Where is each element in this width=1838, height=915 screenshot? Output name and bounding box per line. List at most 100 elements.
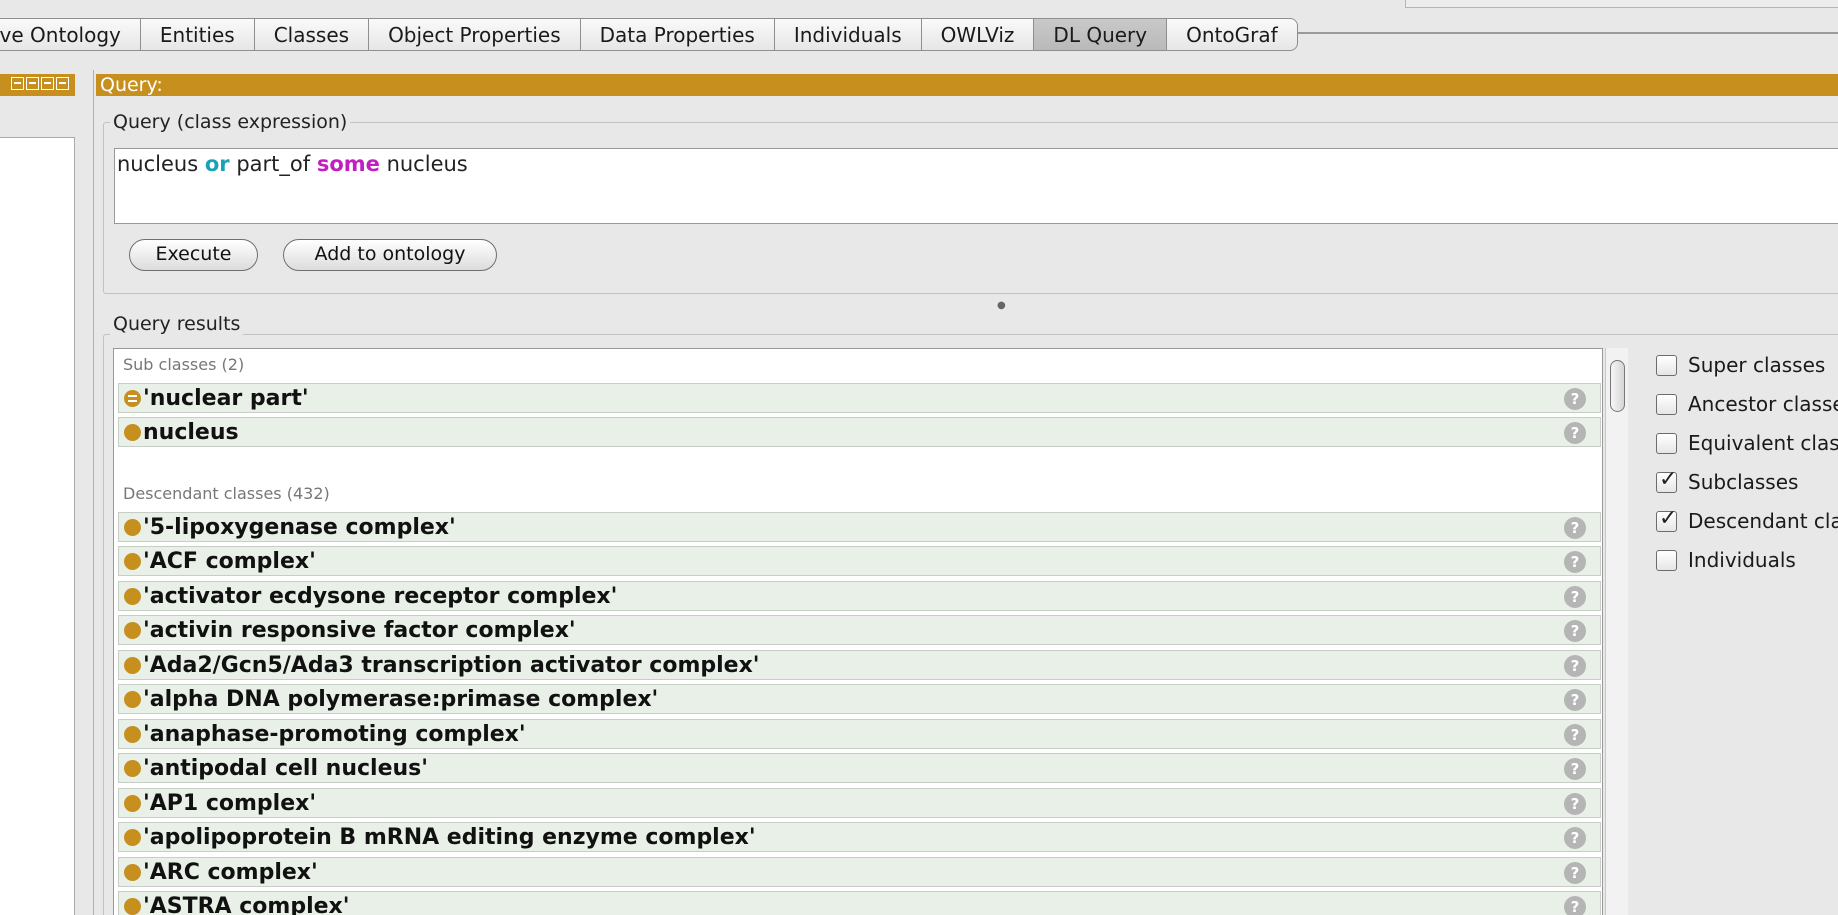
class-name: '5-lipoxygenase complex' [143,515,456,540]
class-icon [124,760,141,777]
option-subclasses[interactable]: ✓ Subclasses [1656,467,1799,495]
checkmark-icon: ✓ [1659,466,1678,492]
checkbox-label: Descendant cla [1688,509,1838,533]
tab-active-ontology[interactable]: ive Ontology [0,18,141,51]
help-icon[interactable]: ? [1564,655,1586,677]
execute-button[interactable]: Execute [129,239,258,271]
class-icon [124,829,141,846]
help-icon[interactable]: ? [1564,620,1586,642]
list-item[interactable]: 'Ada2/Gcn5/Ada3 transcription activator … [118,650,1601,680]
list-item[interactable]: 'nuclear part' ? [118,383,1601,413]
checkbox-label: Individuals [1688,548,1796,572]
list-item[interactable]: 'anaphase-promoting complex' ? [118,719,1601,749]
add-to-ontology-button[interactable]: Add to ontology [283,239,497,271]
help-icon[interactable]: ? [1564,551,1586,573]
help-icon[interactable]: ? [1564,689,1586,711]
checkbox[interactable]: ✓ [1656,506,1677,532]
left-view-body [0,137,75,915]
list-item[interactable]: 'alpha DNA polymerase:primase complex' ? [118,684,1601,714]
class-icon [124,864,141,881]
checkbox[interactable] [1656,354,1677,376]
tab-individuals[interactable]: Individuals [774,18,922,51]
keyword-some: some [316,152,380,176]
help-icon[interactable]: ? [1564,827,1586,849]
query-view-header: Query: [96,74,1838,96]
tab-ontograf[interactable]: OntoGraf [1167,18,1298,51]
scrollbar-thumb[interactable] [1610,360,1625,412]
class-name: 'alpha DNA polymerase:primase complex' [143,687,659,712]
class-icon [124,588,141,605]
minimize-view-icon[interactable] [26,77,39,90]
class-name: 'ACF complex' [143,549,316,574]
option-equivalent-classes[interactable]: Equivalent clas [1656,430,1838,456]
left-view-header [0,74,75,96]
checkbox-label: Subclasses [1688,470,1799,494]
class-name: 'AP1 complex' [143,791,317,816]
checkbox[interactable] [1656,432,1677,454]
help-icon[interactable]: ? [1564,724,1586,746]
subclasses-section-label: Sub classes (2) [123,355,245,374]
list-item[interactable]: 'apolipoprotein B mRNA editing enzyme co… [118,822,1601,852]
checkbox[interactable] [1656,549,1677,571]
list-item[interactable]: 'activin responsive factor complex' ? [118,615,1601,645]
query-term: part_of [229,152,317,176]
option-individuals[interactable]: Individuals [1656,547,1796,573]
toolbar-frame [1405,0,1838,8]
list-item[interactable]: 'ACF complex' ? [118,546,1601,576]
class-name: 'antipodal cell nucleus' [143,756,428,781]
help-icon[interactable]: ? [1564,388,1586,410]
splitter-handle-icon[interactable]: ● [997,300,1006,311]
checkbox[interactable]: ✓ [1656,467,1677,493]
tab-entities[interactable]: Entities [140,18,255,51]
class-name: 'activator ecdysone receptor complex' [143,584,618,609]
help-icon[interactable]: ? [1564,793,1586,815]
list-item[interactable]: '5-lipoxygenase complex' ? [118,512,1601,542]
list-item[interactable]: 'activator ecdysone receptor complex' ? [118,581,1601,611]
list-item[interactable]: 'antipodal cell nucleus' ? [118,753,1601,783]
results-list: Sub classes (2) 'nuclear part' ? nucleus… [113,348,1603,915]
class-icon [124,519,141,536]
tab-object-properties[interactable]: Object Properties [369,18,581,51]
close-view-icon[interactable] [56,77,69,90]
tab-dl-query[interactable]: DL Query [1034,18,1168,51]
class-icon [124,424,141,441]
tab-divider [1265,32,1838,34]
class-icon [124,898,141,915]
checkbox-label: Super classes [1688,353,1826,377]
list-item[interactable]: nucleus ? [118,417,1601,447]
help-icon[interactable]: ? [1564,862,1586,884]
class-name: nucleus [143,420,239,445]
tab-owlviz[interactable]: OWLViz [921,18,1035,51]
class-name: 'ASTRA complex' [143,894,350,915]
query-term: nucleus [379,152,468,176]
checkbox-label: Ancestor classe [1688,392,1838,416]
maximize-view-icon[interactable] [41,77,54,90]
class-icon [124,553,141,570]
list-item[interactable]: 'ASTRA complex' ? [118,891,1601,915]
query-expression-legend: Query (class expression) [110,111,351,133]
checkbox[interactable] [1656,393,1677,415]
class-icon [124,726,141,743]
help-icon[interactable]: ? [1564,422,1586,444]
split-view-icon[interactable] [11,77,24,90]
help-icon[interactable]: ? [1564,896,1586,915]
option-ancestor-classes[interactable]: Ancestor classe [1656,391,1838,417]
class-icon [124,657,141,674]
option-descendant-classes[interactable]: ✓ Descendant cla [1656,506,1838,534]
help-icon[interactable]: ? [1564,586,1586,608]
query-results-legend: Query results [110,313,244,335]
class-name: 'ARC complex' [143,860,318,885]
list-item[interactable]: 'ARC complex' ? [118,857,1601,887]
results-scrollbar[interactable] [1605,348,1628,915]
class-name: 'activin responsive factor complex' [143,618,576,643]
query-expression-input[interactable]: nucleus or part_of some nucleus [114,148,1838,224]
option-super-classes[interactable]: Super classes [1656,352,1825,378]
tab-classes[interactable]: Classes [254,18,370,51]
help-icon[interactable]: ? [1564,517,1586,539]
help-icon[interactable]: ? [1564,758,1586,780]
keyword-or: or [204,152,230,176]
class-icon [124,691,141,708]
list-item[interactable]: 'AP1 complex' ? [118,788,1601,818]
tab-data-properties[interactable]: Data Properties [580,18,775,51]
descendants-section-label: Descendant classes (432) [123,484,330,503]
